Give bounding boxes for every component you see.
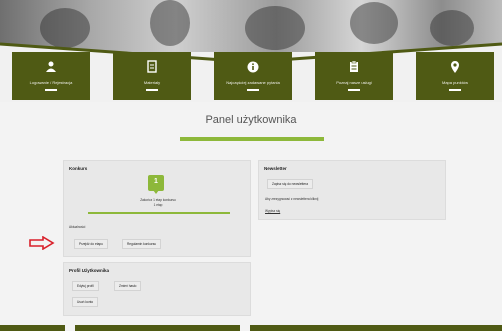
nav-underline — [247, 89, 259, 91]
title-underline — [180, 137, 324, 141]
delete-account-button[interactable]: Usuń konto — [72, 297, 99, 307]
nav-underline — [348, 89, 360, 91]
konkurs-message: Zakończ 1 etap konkursu — [140, 198, 176, 202]
info-icon — [247, 61, 259, 73]
document-icon — [147, 60, 157, 73]
footer-strip — [0, 325, 502, 331]
change-password-button[interactable]: Zmień hasło — [114, 281, 142, 291]
go-to-stage-button[interactable]: Przejdź do etapu — [74, 239, 108, 249]
nav-underline — [449, 89, 461, 91]
konkurs-progress-line — [88, 212, 230, 214]
konkurs-note: Aktualności — [69, 225, 86, 229]
nav-login-register[interactable]: Logowanie / Rejestracja — [12, 52, 90, 100]
stage-number: 1 — [154, 178, 158, 185]
nav-materials[interactable]: Materiały — [113, 52, 191, 100]
users-icon — [46, 61, 56, 72]
nav-label: Logowanie / Rejestracja — [29, 80, 73, 85]
newsletter-card: Newsletter Zapisz się do newslettera Aby… — [258, 160, 446, 220]
nav-map[interactable]: Mapa punktów — [416, 52, 494, 100]
nav-label: Najczęściej zadawane pytania — [226, 80, 280, 85]
nav-label: Poznaj nasze usługi — [336, 80, 372, 85]
subscribe-newsletter-button[interactable]: Zapisz się do newslettera — [267, 179, 313, 189]
unsubscribe-link[interactable]: Wypisz się — [265, 209, 280, 213]
nav-faq[interactable]: Najczęściej zadawane pytania — [214, 52, 292, 100]
nav-label: Mapa punktów — [441, 80, 468, 85]
profile-card: Profil Użytkownika Edytuj profil Zmień h… — [63, 262, 251, 316]
profile-heading: Profil Użytkownika — [69, 268, 110, 273]
page-title: Panel użytkownika — [205, 114, 297, 126]
map-pin-icon — [451, 61, 459, 73]
main-nav: Logowanie / Rejestracja Materiały Najczę… — [0, 52, 502, 102]
edit-profile-button[interactable]: Edytuj profil — [72, 281, 99, 291]
arrow-right-icon — [29, 236, 55, 250]
nav-label: Materiały — [143, 80, 161, 85]
stage-pin-icon: 1 — [148, 175, 164, 194]
nav-services[interactable]: Poznaj nasze usługi — [315, 52, 393, 100]
clipboard-icon — [350, 60, 358, 72]
konkurs-stage: 1 etap — [153, 203, 163, 207]
newsletter-heading: Newsletter — [264, 166, 287, 171]
newsletter-unsubscribe-text: Aby zrezygnować z newslettera kliknij — [265, 197, 319, 201]
konkurs-heading: Konkurs — [69, 166, 88, 171]
nav-underline — [45, 89, 57, 91]
nav-underline — [146, 89, 158, 91]
contest-rules-button[interactable]: Regulamin konkursu — [122, 239, 162, 249]
